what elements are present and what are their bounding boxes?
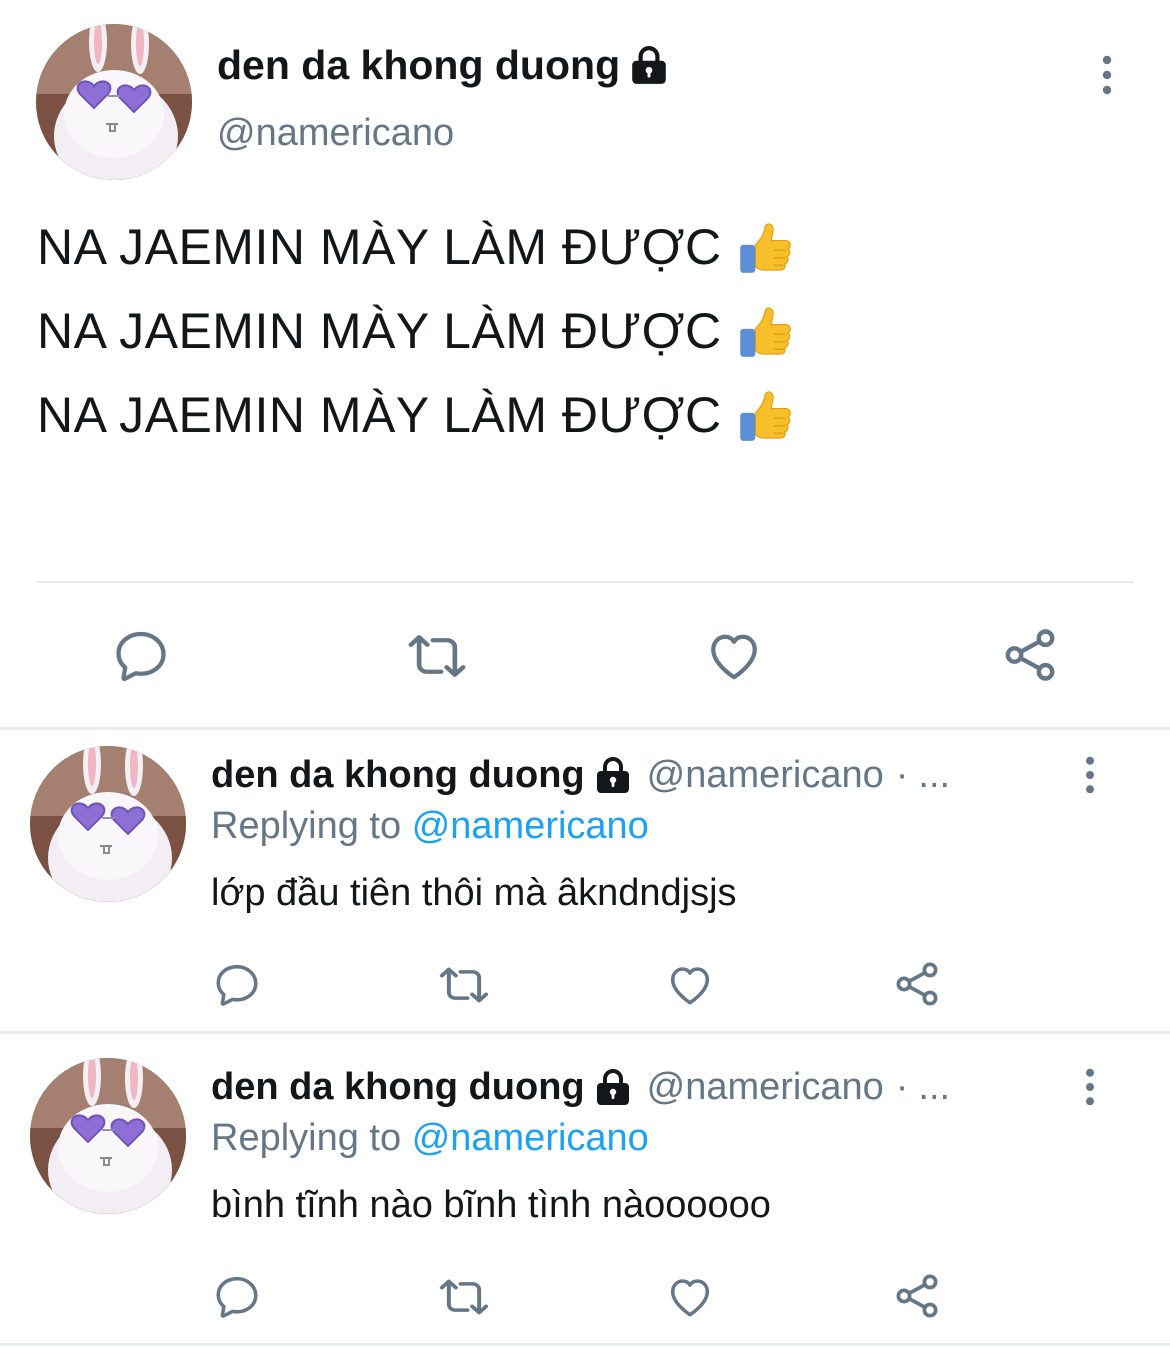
avatar[interactable] — [30, 746, 186, 902]
tweet-text: NA JAEMIN MÀY LÀM ĐƯỢC — [37, 219, 722, 275]
reply-text: lớp đầu tiên thôi mà âkndndjsjs — [211, 872, 737, 914]
user-handle[interactable]: @namericano — [647, 1066, 884, 1109]
replying-label: Replying to — [211, 1117, 402, 1159]
reply-icon[interactable] — [212, 1272, 262, 1322]
divider — [0, 727, 1170, 730]
thumbs-up-icon — [738, 303, 792, 359]
reply-icon[interactable] — [212, 960, 262, 1010]
tweet-text-line: NA JAEMIN MÀY LÀM ĐƯỢC — [37, 302, 792, 360]
retweet-icon[interactable] — [404, 626, 470, 686]
tweet-text-line: NA JAEMIN MÀY LÀM ĐƯỢC — [37, 218, 792, 276]
user-handle[interactable]: @namericano — [647, 754, 884, 797]
share-icon[interactable] — [891, 958, 943, 1010]
mention-link[interactable]: @namericano — [412, 1117, 649, 1159]
reply-text: bình tĩnh nào bĩnh tình nàoooooo — [211, 1184, 771, 1226]
like-icon[interactable] — [665, 1272, 715, 1322]
divider — [36, 581, 1134, 583]
thumbs-up-icon — [738, 387, 792, 443]
avatar[interactable] — [30, 1058, 186, 1214]
user-handle[interactable]: @namericano — [217, 112, 454, 155]
lock-icon — [593, 756, 633, 796]
avatar[interactable] — [36, 24, 192, 180]
timestamp: ... — [918, 1066, 951, 1108]
lock-icon — [628, 45, 670, 87]
share-icon[interactable] — [891, 1270, 943, 1322]
replying-to: Replying to @namericano — [211, 805, 649, 848]
reply-header: den da khong duong @namericano · ... — [211, 754, 950, 797]
separator: · — [895, 1066, 909, 1108]
reply-icon[interactable] — [111, 626, 171, 686]
like-icon[interactable] — [704, 626, 764, 686]
replying-to: Replying to @namericano — [211, 1117, 649, 1160]
more-vertical-icon[interactable] — [1081, 1068, 1099, 1106]
reply-header: den da khong duong @namericano · ... — [211, 1066, 950, 1109]
retweet-icon[interactable] — [436, 960, 492, 1010]
lock-icon — [593, 1068, 633, 1108]
display-name[interactable]: den da khong duong — [217, 42, 670, 89]
more-vertical-icon[interactable] — [1081, 756, 1099, 794]
like-icon[interactable] — [665, 960, 715, 1010]
more-vertical-icon[interactable] — [1097, 55, 1117, 95]
tweet-text-line: NA JAEMIN MÀY LÀM ĐƯỢC — [37, 386, 792, 444]
divider — [0, 1031, 1170, 1034]
thumbs-up-icon — [738, 219, 792, 275]
divider — [0, 1343, 1170, 1346]
display-name[interactable]: den da khong duong — [211, 1066, 585, 1109]
tweet-text: NA JAEMIN MÀY LÀM ĐƯỢC — [37, 387, 722, 443]
share-icon[interactable] — [999, 624, 1061, 686]
display-name-text: den da khong duong — [217, 42, 621, 88]
separator: · — [895, 754, 909, 796]
retweet-icon[interactable] — [436, 1272, 492, 1322]
timestamp: ... — [918, 754, 951, 796]
replying-label: Replying to — [211, 805, 402, 847]
display-name[interactable]: den da khong duong — [211, 754, 585, 797]
mention-link[interactable]: @namericano — [412, 805, 649, 847]
main-tweet: den da khong duong @namericano NA JAEMIN… — [0, 0, 1170, 728]
tweet-text: NA JAEMIN MÀY LÀM ĐƯỢC — [37, 303, 722, 359]
